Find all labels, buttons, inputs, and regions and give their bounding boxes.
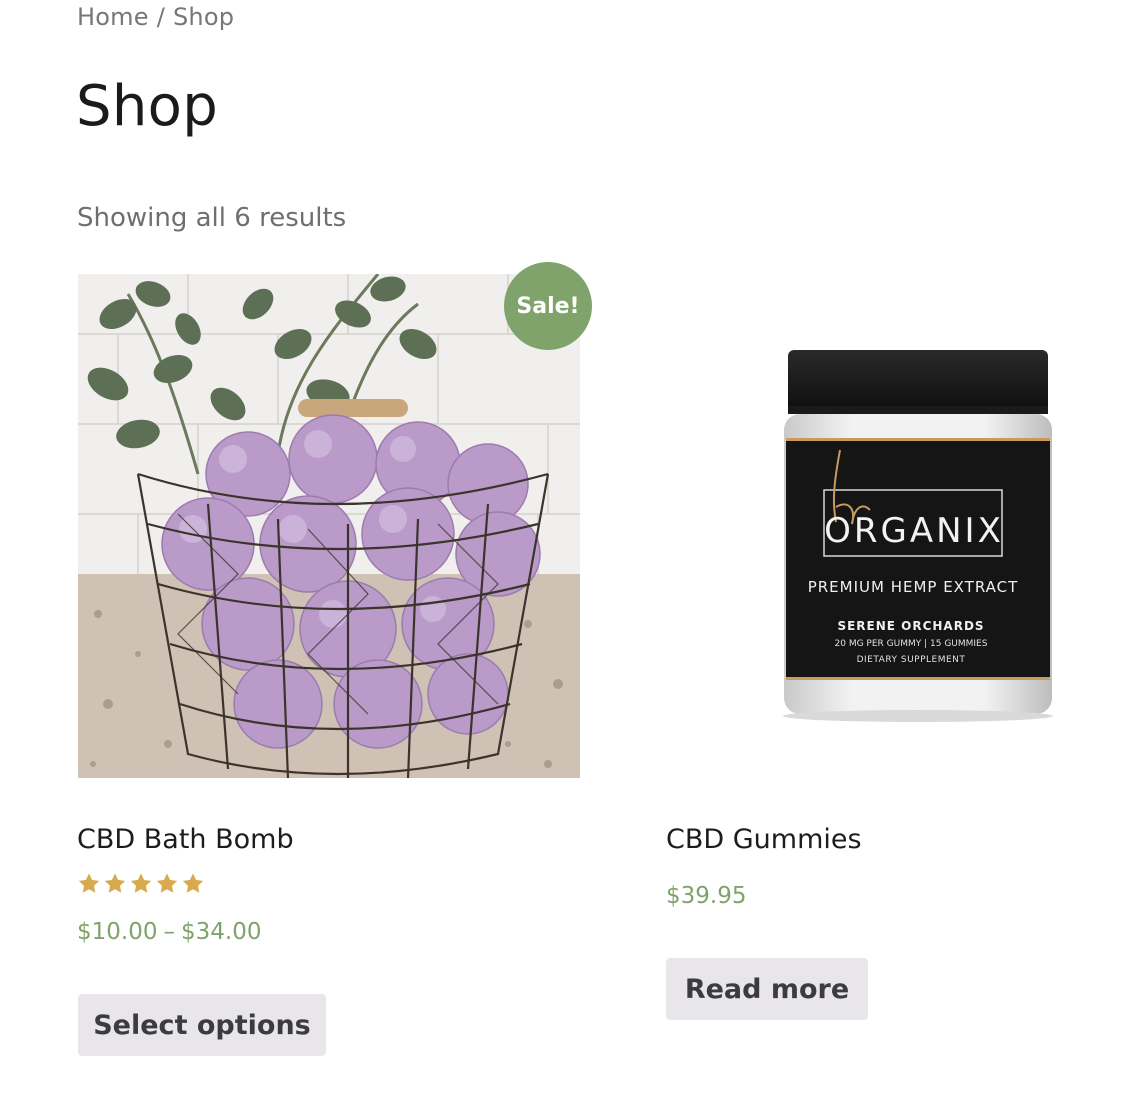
- product-image-bath-bomb[interactable]: [78, 274, 580, 778]
- price-dash: –: [163, 919, 175, 945]
- result-count: Showing all 6 results: [77, 203, 347, 233]
- bath-bomb-basket-image: [78, 274, 580, 778]
- star-icon: [104, 873, 126, 893]
- sale-badge: Sale!: [504, 262, 592, 350]
- label-line-2: SERENE ORCHARDS: [837, 619, 984, 633]
- price-low: $10.00: [77, 919, 158, 945]
- star-icon: [156, 873, 178, 893]
- star-icon: [182, 873, 204, 893]
- shop-page: Home / Shop Shop Showing all 6 results S…: [0, 0, 1142, 1110]
- star-icon: [130, 873, 152, 893]
- label-brand: ORGANIX: [824, 511, 1004, 551]
- breadcrumb-current: Shop: [172, 3, 235, 31]
- breadcrumb-home-link[interactable]: Home: [77, 3, 149, 31]
- label-line-4: DIETARY SUPPLEMENT: [857, 655, 966, 665]
- star-icon: [78, 873, 100, 893]
- gummies-jar-image: ORGANIX PREMIUM HEMP EXTRACT SERENE ORCH…: [783, 350, 1053, 722]
- label-line-1: PREMIUM HEMP EXTRACT: [808, 578, 1019, 596]
- price: $39.95: [666, 883, 747, 909]
- label-line-3: 20 MG PER GUMMY | 15 GUMMIES: [835, 639, 988, 649]
- breadcrumb: Home / Shop: [77, 3, 234, 31]
- price-range: $10.00– $34.00: [77, 919, 261, 945]
- star-rating: [77, 872, 205, 896]
- product-card-gummies: ORGANIX PREMIUM HEMP EXTRACT SERENE ORCH…: [666, 262, 1076, 1062]
- select-options-button[interactable]: Select options: [78, 994, 326, 1056]
- product-title[interactable]: CBD Gummies: [666, 824, 862, 855]
- read-more-button[interactable]: Read more: [666, 958, 868, 1020]
- product-image-gummies[interactable]: ORGANIX PREMIUM HEMP EXTRACT SERENE ORCH…: [766, 332, 1066, 732]
- product-card-bath-bomb: Sale! CBD Bath Bomb $10.00– $34.00 Select…: [77, 262, 592, 1062]
- breadcrumb-separator: /: [156, 3, 165, 31]
- product-title[interactable]: CBD Bath Bomb: [77, 824, 294, 855]
- page-title: Shop: [76, 74, 219, 139]
- price-high: $34.00: [180, 919, 262, 945]
